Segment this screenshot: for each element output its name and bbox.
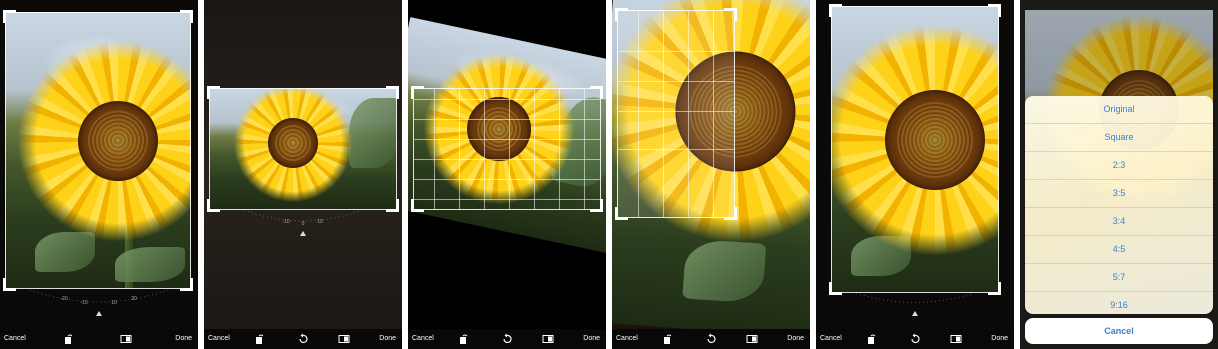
grid-line: [414, 119, 600, 120]
done-button[interactable]: Done: [379, 335, 396, 343]
crop-handle-top-right[interactable]: [386, 86, 399, 99]
aspect-option-square[interactable]: Square: [1025, 124, 1213, 152]
grid-line: [484, 89, 485, 209]
crop-frame[interactable]: [615, 8, 737, 220]
grid-line: [584, 89, 585, 209]
grid-line: [434, 89, 435, 209]
rotate-counterclockwise-icon[interactable]: [501, 333, 513, 345]
done-button[interactable]: Done: [175, 335, 192, 343]
grid-line: [638, 11, 639, 217]
aspect-option-5-7[interactable]: 5:7: [1025, 264, 1213, 292]
grid-line: [414, 199, 600, 200]
crop-handle-top-left[interactable]: [3, 10, 16, 23]
grid-line: [414, 139, 600, 140]
dial-tick-label: 10: [317, 219, 323, 225]
crop-handle-top-left[interactable]: [411, 86, 424, 99]
dial-tick-label: -20: [60, 296, 67, 302]
bottom-toolbar: Cancel Done: [408, 329, 606, 349]
leaf: [682, 238, 767, 304]
cancel-button[interactable]: Cancel: [820, 335, 842, 343]
screen-crop-zoomed: Cancel Done: [612, 0, 810, 349]
crop-handle-top-left[interactable]: [829, 4, 842, 17]
rotate-icon[interactable]: [254, 333, 266, 345]
grid-line: [414, 159, 600, 160]
crop-frame[interactable]: [829, 4, 1001, 295]
crop-handle-top-left[interactable]: [615, 8, 628, 21]
grid-line: [663, 11, 664, 217]
rotate-icon[interactable]: [866, 333, 878, 345]
aspect-option-original[interactable]: Original: [1025, 96, 1213, 124]
grid-line: [559, 89, 560, 209]
grid-line: [414, 99, 600, 100]
bottom-toolbar: Cancel Done: [0, 329, 198, 349]
grid-line: [509, 89, 510, 209]
aspect-option-3-4[interactable]: 3:4: [1025, 208, 1213, 236]
crop-handle-top-right[interactable]: [180, 10, 193, 23]
crop-handle-top-right[interactable]: [590, 86, 603, 99]
crop-handle-bottom-right[interactable]: [590, 199, 603, 212]
cancel-button[interactable]: Cancel: [4, 335, 26, 343]
rotate-counterclockwise-icon[interactable]: [297, 333, 309, 345]
cancel-button[interactable]: Cancel: [616, 335, 638, 343]
rotation-dial[interactable]: [816, 292, 1014, 322]
crop-handle-bottom-left[interactable]: [411, 199, 424, 212]
aspect-ratio-icon[interactable]: [746, 333, 758, 345]
crop-frame[interactable]: [411, 86, 603, 212]
rotation-dial[interactable]: -20 -10 10 20: [0, 288, 198, 318]
grid-line: [713, 11, 714, 217]
done-button[interactable]: Done: [787, 335, 804, 343]
dial-tick-label: 0: [302, 221, 305, 227]
screen-crop-portrait: Cancel Done: [816, 0, 1014, 349]
done-button[interactable]: Done: [583, 335, 600, 343]
grid-line: [534, 89, 535, 209]
bottom-toolbar: Cancel Done: [612, 329, 810, 349]
crop-frame[interactable]: [3, 10, 193, 291]
grid-line: [414, 179, 600, 180]
dial-pointer-icon: [300, 231, 306, 236]
aspect-ratio-icon[interactable]: [950, 333, 962, 345]
sheet-cancel-button[interactable]: Cancel: [1025, 318, 1213, 344]
aspect-option-3-5[interactable]: 3:5: [1025, 180, 1213, 208]
screen-aspect-ratio-picker: Original Square 2:3 3:5 3:4 4:5 5:7 9:16…: [1020, 0, 1218, 349]
rotate-counterclockwise-icon[interactable]: [909, 333, 921, 345]
done-button[interactable]: Done: [991, 335, 1008, 343]
aspect-ratio-icon[interactable]: [542, 333, 554, 345]
cancel-button[interactable]: Cancel: [208, 335, 230, 343]
crop-handle-top-right[interactable]: [988, 4, 1001, 17]
crop-handle-bottom-right[interactable]: [724, 207, 737, 220]
dial-tick-label: 20: [131, 296, 137, 302]
grid-line: [459, 89, 460, 209]
aspect-option-4-5[interactable]: 4:5: [1025, 236, 1213, 264]
dial-pointer-icon: [912, 311, 918, 316]
grid-line: [688, 11, 689, 217]
aspect-ratio-icon[interactable]: [338, 333, 350, 345]
crop-frame[interactable]: [207, 86, 399, 212]
rotate-icon[interactable]: [63, 333, 75, 345]
cancel-button[interactable]: Cancel: [412, 335, 434, 343]
screen-crop-initial: -20 -10 10 20 Cancel Done: [0, 0, 198, 349]
grid-line: [618, 81, 734, 82]
grid-line: [618, 149, 734, 150]
screen-crop-landscape: -10 0 10 Cancel Done: [204, 0, 402, 349]
grid-line: [618, 111, 734, 112]
crop-handle-bottom-left[interactable]: [615, 207, 628, 220]
bottom-toolbar: Cancel Done: [204, 329, 402, 349]
rotate-counterclockwise-icon[interactable]: [705, 333, 717, 345]
aspect-ratio-sheet: Original Square 2:3 3:5 3:4 4:5 5:7 9:16: [1025, 96, 1213, 314]
dial-tick-label: -10: [80, 300, 87, 306]
rotate-icon[interactable]: [662, 333, 674, 345]
rotation-dial[interactable]: -10 0 10: [204, 208, 402, 238]
dial-tick-label: -10: [282, 219, 289, 225]
dial-pointer-icon: [96, 311, 102, 316]
dial-tick-label: 10: [111, 300, 117, 306]
screen-crop-straighten: Cancel Done: [408, 0, 606, 349]
aspect-option-9-16[interactable]: 9:16: [1025, 292, 1213, 314]
crop-handle-top-left[interactable]: [207, 86, 220, 99]
rotate-icon[interactable]: [458, 333, 470, 345]
crop-handle-top-right[interactable]: [724, 8, 737, 21]
aspect-ratio-icon[interactable]: [120, 333, 132, 345]
aspect-option-2-3[interactable]: 2:3: [1025, 152, 1213, 180]
bottom-toolbar: Cancel Done: [816, 329, 1014, 349]
grid-line: [618, 51, 734, 52]
